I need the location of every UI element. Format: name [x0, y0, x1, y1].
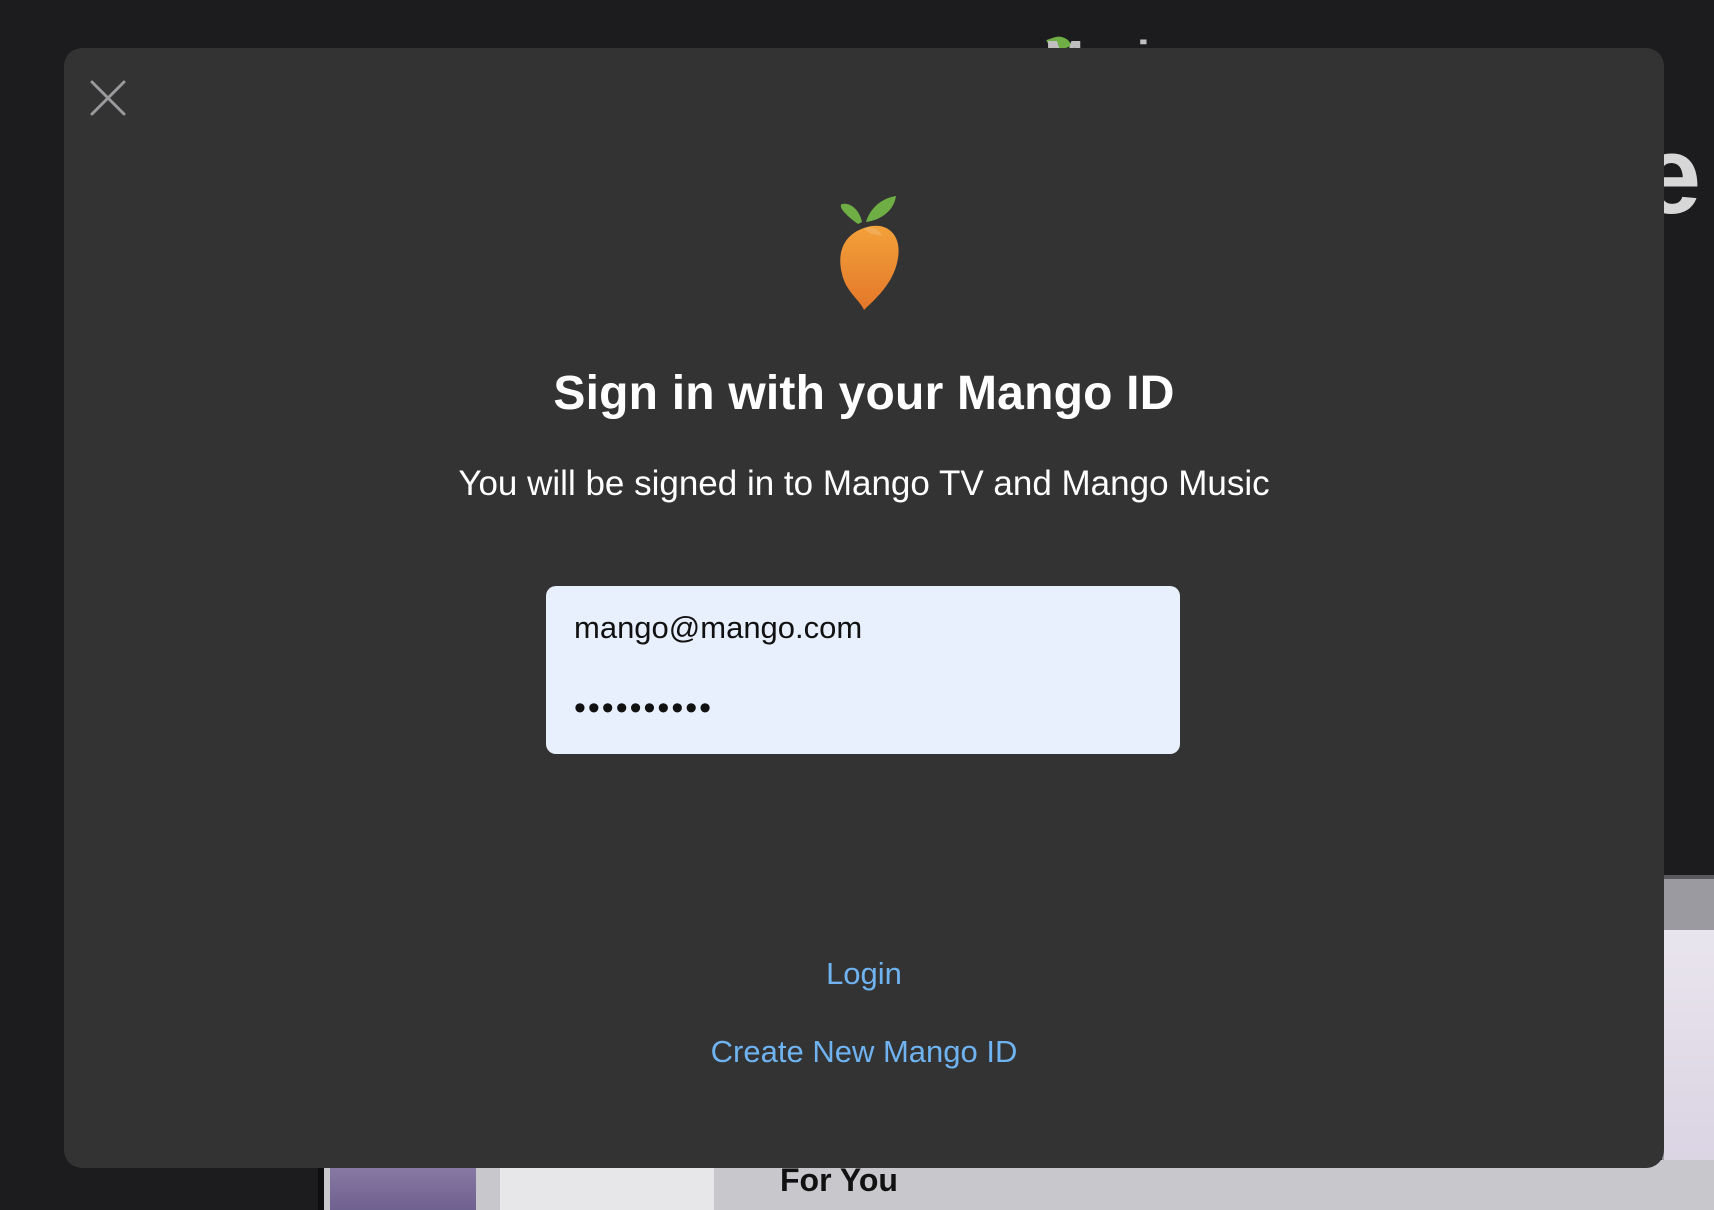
create-mango-id-link[interactable]: Create New Mango ID — [711, 1034, 1018, 1069]
create-id-link-row: Create New Mango ID — [64, 1034, 1664, 1070]
credentials-form — [546, 586, 1180, 754]
background-thumbnail — [330, 1164, 476, 1210]
sign-in-dialog: Sign in with your Mango ID You will be s… — [64, 48, 1664, 1168]
close-icon — [90, 80, 126, 116]
background-sidebar — [500, 1164, 714, 1210]
email-field[interactable] — [574, 598, 1154, 658]
login-link-row: Login — [64, 956, 1664, 992]
dialog-subtitle: You will be signed in to Mango TV and Ma… — [458, 464, 1270, 503]
login-link[interactable]: Login — [826, 956, 902, 991]
password-field[interactable] — [574, 678, 1154, 738]
dialog-title: Sign in with your Mango ID — [553, 367, 1175, 420]
background-laptop-screen — [1664, 930, 1714, 1180]
mango-logo-icon — [824, 188, 916, 314]
close-button[interactable] — [88, 78, 128, 118]
